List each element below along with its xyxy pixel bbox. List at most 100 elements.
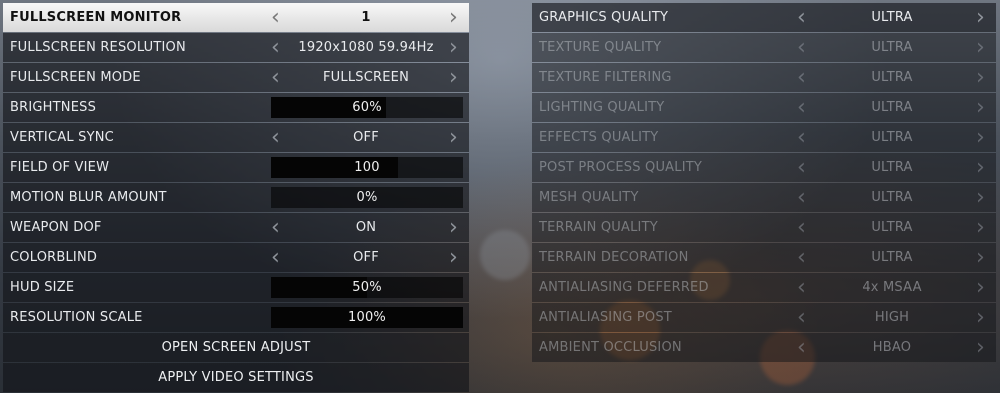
setting-value: HIGH bbox=[874, 310, 910, 325]
slider-value: 50% bbox=[352, 280, 382, 295]
video-settings-panel: FULLSCREEN MONITOR ‹ 1 › FULLSCREEN RESOLUTI… bbox=[3, 3, 469, 393]
setting-row-hud-size[interactable]: HUD SIZE 50% bbox=[3, 273, 469, 302]
setting-row-fullscreen-monitor[interactable]: FULLSCREEN MONITOR ‹ 1 › bbox=[3, 3, 469, 32]
setting-row-resolution-scale[interactable]: RESOLUTION SCALE 100% bbox=[3, 303, 469, 332]
chevron-left-icon: ‹ bbox=[797, 245, 806, 270]
setting-label: COLORBLIND bbox=[10, 250, 98, 265]
chevron-right-icon: › bbox=[976, 275, 985, 300]
chevron-right-icon[interactable]: › bbox=[449, 123, 458, 152]
setting-row-fullscreen-resolution[interactable]: FULLSCREEN RESOLUTION ‹ 1920x1080 59.94Hz › bbox=[3, 33, 469, 62]
chevron-left-icon[interactable]: ‹ bbox=[271, 213, 280, 242]
slider-value: 100% bbox=[348, 310, 386, 325]
chevron-left-icon: ‹ bbox=[797, 305, 806, 330]
chevron-right-icon: › bbox=[976, 305, 985, 330]
setting-value: 4x MSAA bbox=[862, 280, 922, 295]
chevron-left-icon: ‹ bbox=[797, 35, 806, 60]
setting-label: RESOLUTION SCALE bbox=[10, 310, 143, 325]
setting-label: FULLSCREEN MODE bbox=[10, 70, 141, 85]
chevron-right-icon[interactable]: › bbox=[449, 33, 458, 62]
setting-label: POST PROCESS QUALITY bbox=[539, 160, 703, 175]
chevron-left-icon: ‹ bbox=[797, 125, 806, 150]
chevron-left-icon[interactable]: ‹ bbox=[271, 243, 280, 272]
setting-value: ULTRA bbox=[871, 10, 913, 25]
open-screen-adjust-button[interactable]: OPEN SCREEN ADJUST bbox=[3, 333, 469, 362]
chevron-right-icon: › bbox=[976, 125, 985, 150]
setting-value: FULLSCREEN bbox=[323, 70, 409, 85]
setting-label: FULLSCREEN RESOLUTION bbox=[10, 40, 186, 55]
setting-row-effects-quality: EFFECTS QUALITY ‹ ULTRA › bbox=[532, 123, 996, 152]
setting-label: TEXTURE QUALITY bbox=[539, 40, 662, 55]
setting-row-ambient-occlusion: AMBIENT OCCLUSION ‹ HBAO › bbox=[532, 333, 996, 362]
chevron-right-icon[interactable]: › bbox=[449, 63, 458, 92]
chevron-right-icon[interactable]: › bbox=[449, 243, 458, 272]
setting-row-colorblind[interactable]: COLORBLIND ‹ OFF › bbox=[3, 243, 469, 272]
slider-value: 0% bbox=[356, 190, 378, 205]
chevron-right-icon[interactable]: › bbox=[449, 3, 458, 32]
setting-value: ULTRA bbox=[871, 130, 913, 145]
setting-label: TERRAIN QUALITY bbox=[539, 220, 658, 235]
setting-label: AMBIENT OCCLUSION bbox=[539, 340, 682, 355]
setting-row-antialiasing-post: ANTIALIASING POST ‹ HIGH › bbox=[532, 303, 996, 332]
setting-value: HBAO bbox=[872, 340, 912, 355]
motion-blur-amount-slider[interactable]: 0% bbox=[271, 187, 463, 208]
setting-label: EFFECTS QUALITY bbox=[539, 130, 659, 145]
setting-label: BRIGHTNESS bbox=[10, 100, 97, 115]
chevron-right-icon: › bbox=[976, 95, 985, 120]
brightness-slider[interactable]: 60% bbox=[271, 97, 463, 118]
setting-row-motion-blur-amount[interactable]: MOTION BLUR AMOUNT 0% bbox=[3, 183, 469, 212]
chevron-left-icon[interactable]: ‹ bbox=[271, 33, 280, 62]
setting-value: ULTRA bbox=[871, 40, 913, 55]
chevron-right-icon[interactable]: › bbox=[449, 213, 458, 242]
chevron-left-icon: ‹ bbox=[797, 185, 806, 210]
setting-row-fullscreen-mode[interactable]: FULLSCREEN MODE ‹ FULLSCREEN › bbox=[3, 63, 469, 92]
setting-value: ULTRA bbox=[871, 250, 913, 265]
setting-row-texture-quality: TEXTURE QUALITY ‹ ULTRA › bbox=[532, 33, 996, 62]
chevron-right-icon: › bbox=[976, 335, 985, 360]
apply-video-settings-button[interactable]: APPLY VIDEO SETTINGS bbox=[3, 363, 469, 392]
setting-label: MOTION BLUR AMOUNT bbox=[10, 190, 167, 205]
chevron-right-icon: › bbox=[976, 155, 985, 180]
setting-row-graphics-quality[interactable]: GRAPHICS QUALITY ‹ ULTRA › bbox=[532, 3, 996, 32]
setting-value: ULTRA bbox=[871, 190, 913, 205]
setting-value: ULTRA bbox=[871, 220, 913, 235]
slider-value: 100 bbox=[354, 160, 380, 175]
chevron-right-icon: › bbox=[976, 245, 985, 270]
setting-label: GRAPHICS QUALITY bbox=[539, 10, 669, 25]
setting-label: FIELD OF VIEW bbox=[10, 160, 110, 175]
slider-value: 60% bbox=[352, 100, 382, 115]
setting-row-lighting-quality: LIGHTING QUALITY ‹ ULTRA › bbox=[532, 93, 996, 122]
field-of-view-slider[interactable]: 100 bbox=[271, 157, 463, 178]
setting-value: ULTRA bbox=[871, 70, 913, 85]
setting-label: FULLSCREEN MONITOR bbox=[10, 10, 182, 25]
chevron-right-icon: › bbox=[976, 215, 985, 240]
setting-row-vertical-sync[interactable]: VERTICAL SYNC ‹ OFF › bbox=[3, 123, 469, 152]
setting-value: 1 bbox=[361, 10, 371, 25]
setting-value: ULTRA bbox=[871, 100, 913, 115]
chevron-left-icon[interactable]: ‹ bbox=[797, 3, 806, 32]
setting-value: OFF bbox=[353, 250, 379, 265]
setting-row-terrain-quality: TERRAIN QUALITY ‹ ULTRA › bbox=[532, 213, 996, 242]
chevron-right-icon: › bbox=[976, 35, 985, 60]
chevron-left-icon: ‹ bbox=[797, 335, 806, 360]
hud-size-slider[interactable]: 50% bbox=[271, 277, 463, 298]
setting-row-brightness[interactable]: BRIGHTNESS 60% bbox=[3, 93, 469, 122]
setting-row-weapon-dof[interactable]: WEAPON DOF ‹ ON › bbox=[3, 213, 469, 242]
setting-row-post-process-quality: POST PROCESS QUALITY ‹ ULTRA › bbox=[532, 153, 996, 182]
setting-row-field-of-view[interactable]: FIELD OF VIEW 100 bbox=[3, 153, 469, 182]
setting-row-texture-filtering: TEXTURE FILTERING ‹ ULTRA › bbox=[532, 63, 996, 92]
resolution-scale-slider[interactable]: 100% bbox=[271, 307, 463, 328]
setting-label: WEAPON DOF bbox=[10, 220, 102, 235]
chevron-right-icon[interactable]: › bbox=[976, 3, 985, 32]
setting-label: MESH QUALITY bbox=[539, 190, 639, 205]
chevron-left-icon[interactable]: ‹ bbox=[271, 63, 280, 92]
chevron-left-icon: ‹ bbox=[797, 275, 806, 300]
graphics-quality-panel: GRAPHICS QUALITY ‹ ULTRA › TEXTURE QUALITY ‹ U… bbox=[532, 3, 996, 363]
chevron-left-icon[interactable]: ‹ bbox=[271, 3, 280, 32]
setting-value: OFF bbox=[353, 130, 379, 145]
setting-label: TEXTURE FILTERING bbox=[539, 70, 672, 85]
setting-label: HUD SIZE bbox=[10, 280, 75, 295]
setting-label: ANTIALIASING DEFERRED bbox=[539, 280, 709, 295]
setting-label: ANTIALIASING POST bbox=[539, 310, 672, 325]
chevron-left-icon[interactable]: ‹ bbox=[271, 123, 280, 152]
chevron-left-icon: ‹ bbox=[797, 95, 806, 120]
